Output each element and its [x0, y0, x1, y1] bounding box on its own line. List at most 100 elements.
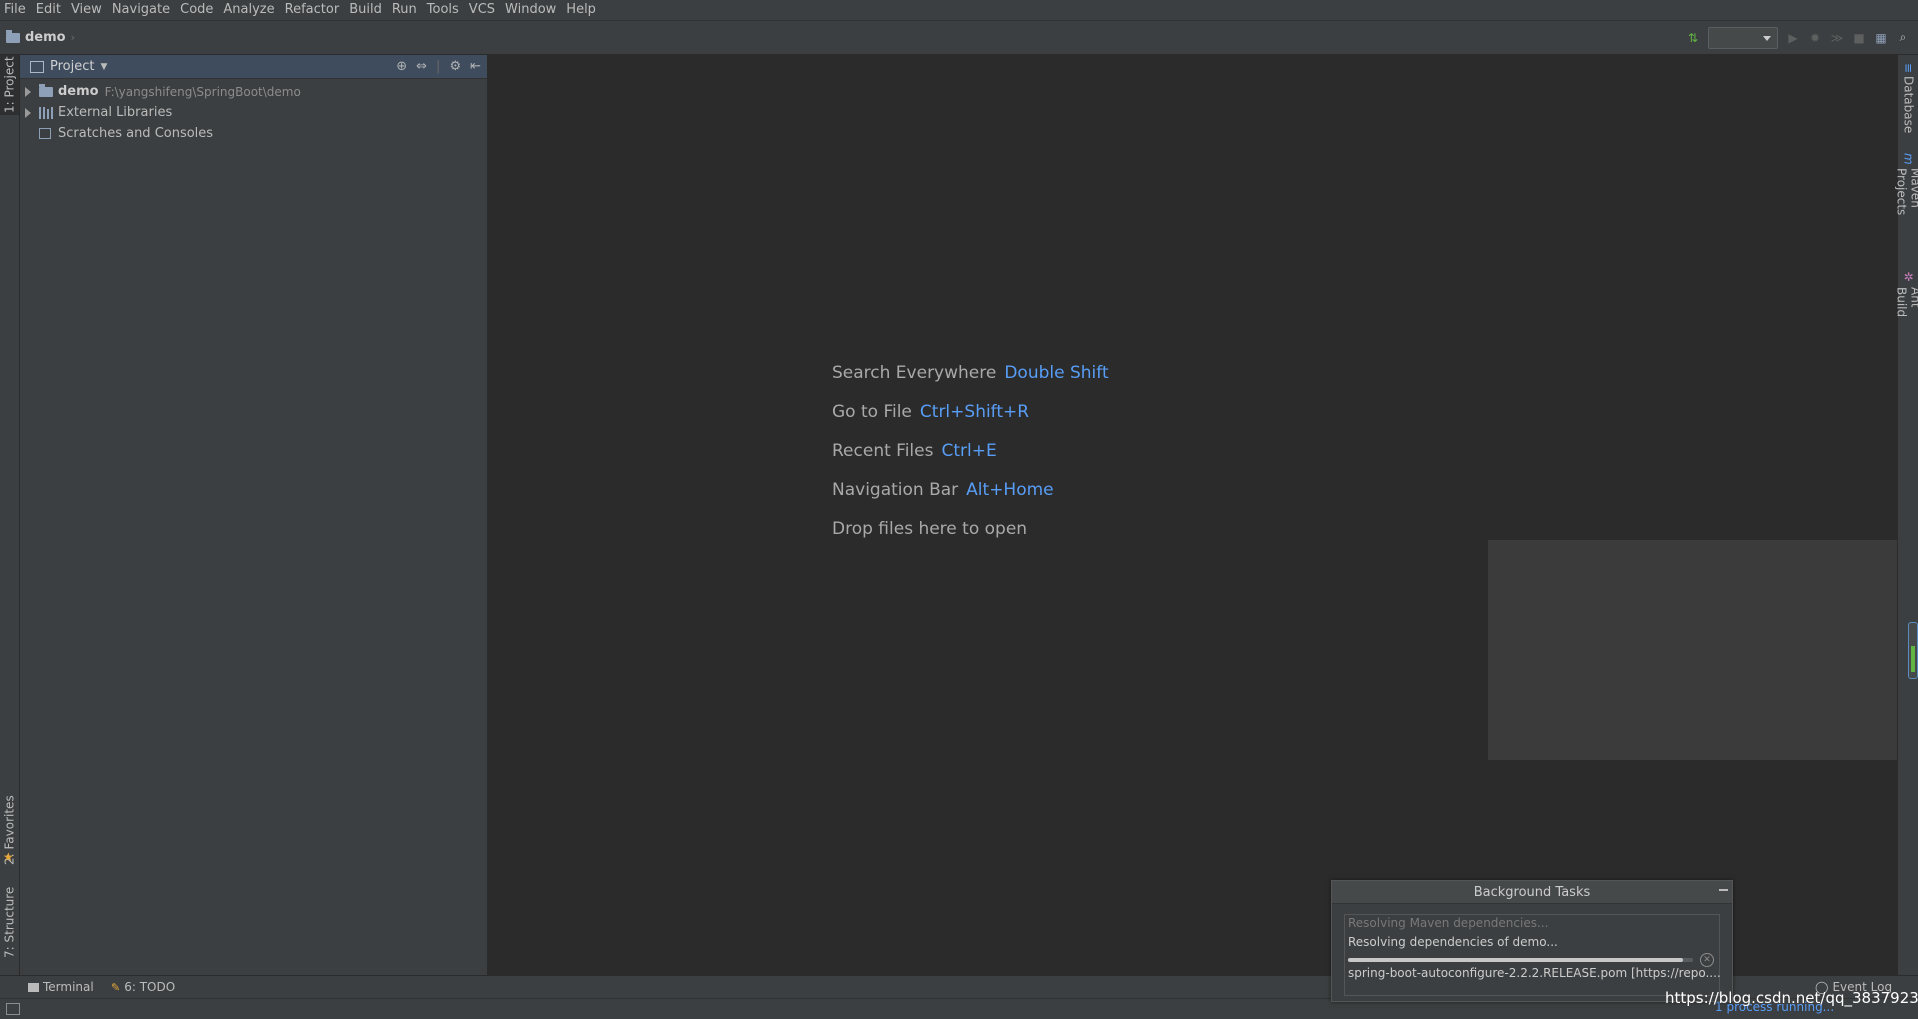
hint-shortcut: Double Shift [1004, 363, 1108, 383]
menu-view[interactable]: View [66, 0, 107, 20]
tab-maven-projects[interactable]: m Maven Projects [1898, 153, 1918, 258]
tab-terminal-label: Terminal [43, 980, 94, 994]
minimize-icon[interactable] [1719, 889, 1728, 891]
task-progress-fill [1348, 958, 1683, 962]
hint-shortcut: Ctrl+E [941, 441, 996, 461]
menu-code[interactable]: Code [175, 0, 218, 20]
tree-item-demo[interactable]: demo F:\yangshifeng\SpringBoot\demo [20, 81, 301, 102]
hide-panel-icon[interactable]: ⇤ [470, 59, 481, 74]
menu-bar: File Edit View Navigate Code Analyze Ref… [0, 0, 1918, 21]
memory-indicator-fill [1911, 646, 1915, 672]
hint-go-to-file: Go to File Ctrl+Shift+R [832, 402, 1029, 422]
expand-arrow-icon[interactable] [25, 87, 31, 97]
project-view-selector[interactable]: Project ▼ [30, 55, 107, 78]
chevron-right-icon: › [71, 31, 75, 44]
project-structure-icon[interactable]: ▦ [1874, 31, 1888, 45]
hint-search-everywhere: Search Everywhere Double Shift [832, 363, 1109, 383]
hint-navigation-bar: Navigation Bar Alt+Home [832, 480, 1054, 500]
project-panel-title: Project [50, 59, 94, 74]
menu-file[interactable]: File [0, 0, 31, 20]
gear-icon[interactable]: ⚙ [449, 59, 461, 74]
right-tool-stripe: ≡ Database m Maven Projects ✲ Ant Build [1897, 55, 1918, 975]
build-icon[interactable]: ⇅ [1686, 31, 1700, 45]
tree-item-path: F:\yangshifeng\SpringBoot\demo [105, 85, 301, 99]
run-config-select[interactable] [1708, 27, 1778, 49]
coverage-icon[interactable]: ≫ [1830, 31, 1844, 45]
star-icon: ★ [3, 850, 14, 864]
editor-area[interactable]: Search Everywhere Double Shift Go to File… [488, 55, 1896, 975]
cancel-task-icon[interactable]: ✕ [1700, 953, 1714, 967]
hint-recent-files: Recent Files Ctrl+E [832, 441, 997, 461]
run-icon[interactable]: ▶ [1786, 31, 1800, 45]
menu-build[interactable]: Build [344, 0, 387, 20]
floating-overlay [1488, 540, 1918, 760]
tab-project[interactable]: 1: Project [0, 55, 19, 115]
background-tasks-title: Background Tasks [1332, 881, 1732, 904]
breadcrumb-project[interactable]: demo [25, 30, 66, 45]
background-tasks-popup: Background Tasks Resolving Maven depende… [1331, 880, 1733, 1002]
hint-label: Recent Files [832, 441, 933, 461]
tab-database-label: Database [1902, 76, 1916, 133]
menu-help[interactable]: Help [561, 0, 601, 20]
tree-item-scratches[interactable]: Scratches and Consoles [20, 123, 213, 144]
menu-vcs[interactable]: VCS [464, 0, 500, 20]
separator: | [436, 59, 440, 74]
project-panel: Project ▼ ⊕ ⇔ | ⚙ ⇤ demo F:\yangshifeng\… [20, 55, 488, 975]
menu-analyze[interactable]: Analyze [218, 0, 279, 20]
memory-indicator[interactable] [1908, 622, 1918, 679]
hint-shortcut: Ctrl+Shift+R [920, 402, 1029, 422]
hint-label: Navigation Bar [832, 480, 958, 500]
task-detail: spring-boot-autoconfigure-2.2.2.RELEASE.… [1348, 966, 1721, 980]
task-progress-bar [1348, 958, 1693, 962]
module-folder-icon [39, 87, 53, 97]
tree-item-external-libraries[interactable]: External Libraries [20, 102, 172, 123]
library-icon [39, 107, 53, 119]
task-title: Resolving dependencies of demo... [1348, 935, 1558, 949]
tree-item-label: demo [58, 84, 99, 99]
hint-drop-files: Drop files here to open [832, 519, 1027, 539]
toggle-tool-windows-icon[interactable] [6, 1003, 20, 1015]
watermark: https://blog.csdn.net/qq_38379231 [1665, 989, 1918, 1007]
project-view-icon [30, 61, 44, 73]
tab-ant-label: Ant Build [1895, 287, 1918, 340]
tab-database[interactable]: ≡ Database [1898, 63, 1918, 133]
maven-icon: m [1902, 153, 1916, 165]
tab-structure-label: 7: Structure [3, 886, 17, 957]
tab-todo[interactable]: ✎ 6: TODO [111, 976, 175, 998]
tab-maven-label: Maven Projects [1895, 168, 1918, 258]
menu-tools[interactable]: Tools [422, 0, 464, 20]
navigation-bar: demo › ⇅ ▶ ✹ ≫ ■ ▦ ⌕ [0, 21, 1918, 55]
tab-terminal[interactable]: Terminal [28, 976, 94, 998]
tree-item-label: External Libraries [58, 105, 172, 120]
collapse-all-icon[interactable]: ⇔ [416, 59, 427, 74]
menu-navigate[interactable]: Navigate [107, 0, 175, 20]
task-title: Resolving Maven dependencies... [1348, 916, 1548, 930]
search-icon[interactable]: ⌕ [1896, 31, 1910, 45]
hint-label: Go to File [832, 402, 912, 422]
tab-ant-build[interactable]: ✲ Ant Build [1898, 270, 1918, 340]
expand-arrow-icon[interactable] [25, 108, 31, 118]
tree-item-label: Scratches and Consoles [58, 126, 213, 141]
folder-icon [6, 33, 20, 43]
debug-icon[interactable]: ✹ [1808, 31, 1822, 45]
ant-icon: ✲ [1902, 270, 1916, 284]
run-toolbar: ⇅ ▶ ✹ ≫ ■ ▦ ⌕ [1686, 21, 1910, 54]
breadcrumb[interactable]: demo › [6, 21, 75, 54]
menu-edit[interactable]: Edit [31, 0, 66, 20]
project-panel-header: Project ▼ ⊕ ⇔ | ⚙ ⇤ [20, 55, 487, 79]
hint-label: Drop files here to open [832, 519, 1027, 539]
tab-structure[interactable]: 7: Structure [0, 877, 19, 967]
background-tasks-list: Resolving Maven dependencies... Resolvin… [1344, 914, 1720, 996]
scroll-from-source-icon[interactable]: ⊕ [396, 59, 407, 74]
tab-project-label: 1: Project [3, 57, 17, 114]
hint-shortcut: Alt+Home [966, 480, 1053, 500]
stop-icon[interactable]: ■ [1852, 31, 1866, 45]
hint-label: Search Everywhere [832, 363, 996, 383]
left-tool-stripe: 1: Project 2: Favorites ★ 7: Structure [0, 55, 20, 975]
menu-refactor[interactable]: Refactor [280, 0, 345, 20]
terminal-icon [28, 983, 39, 992]
menu-window[interactable]: Window [500, 0, 561, 20]
database-icon: ≡ [1902, 63, 1916, 73]
todo-icon: ✎ [111, 981, 120, 994]
menu-run[interactable]: Run [387, 0, 422, 20]
